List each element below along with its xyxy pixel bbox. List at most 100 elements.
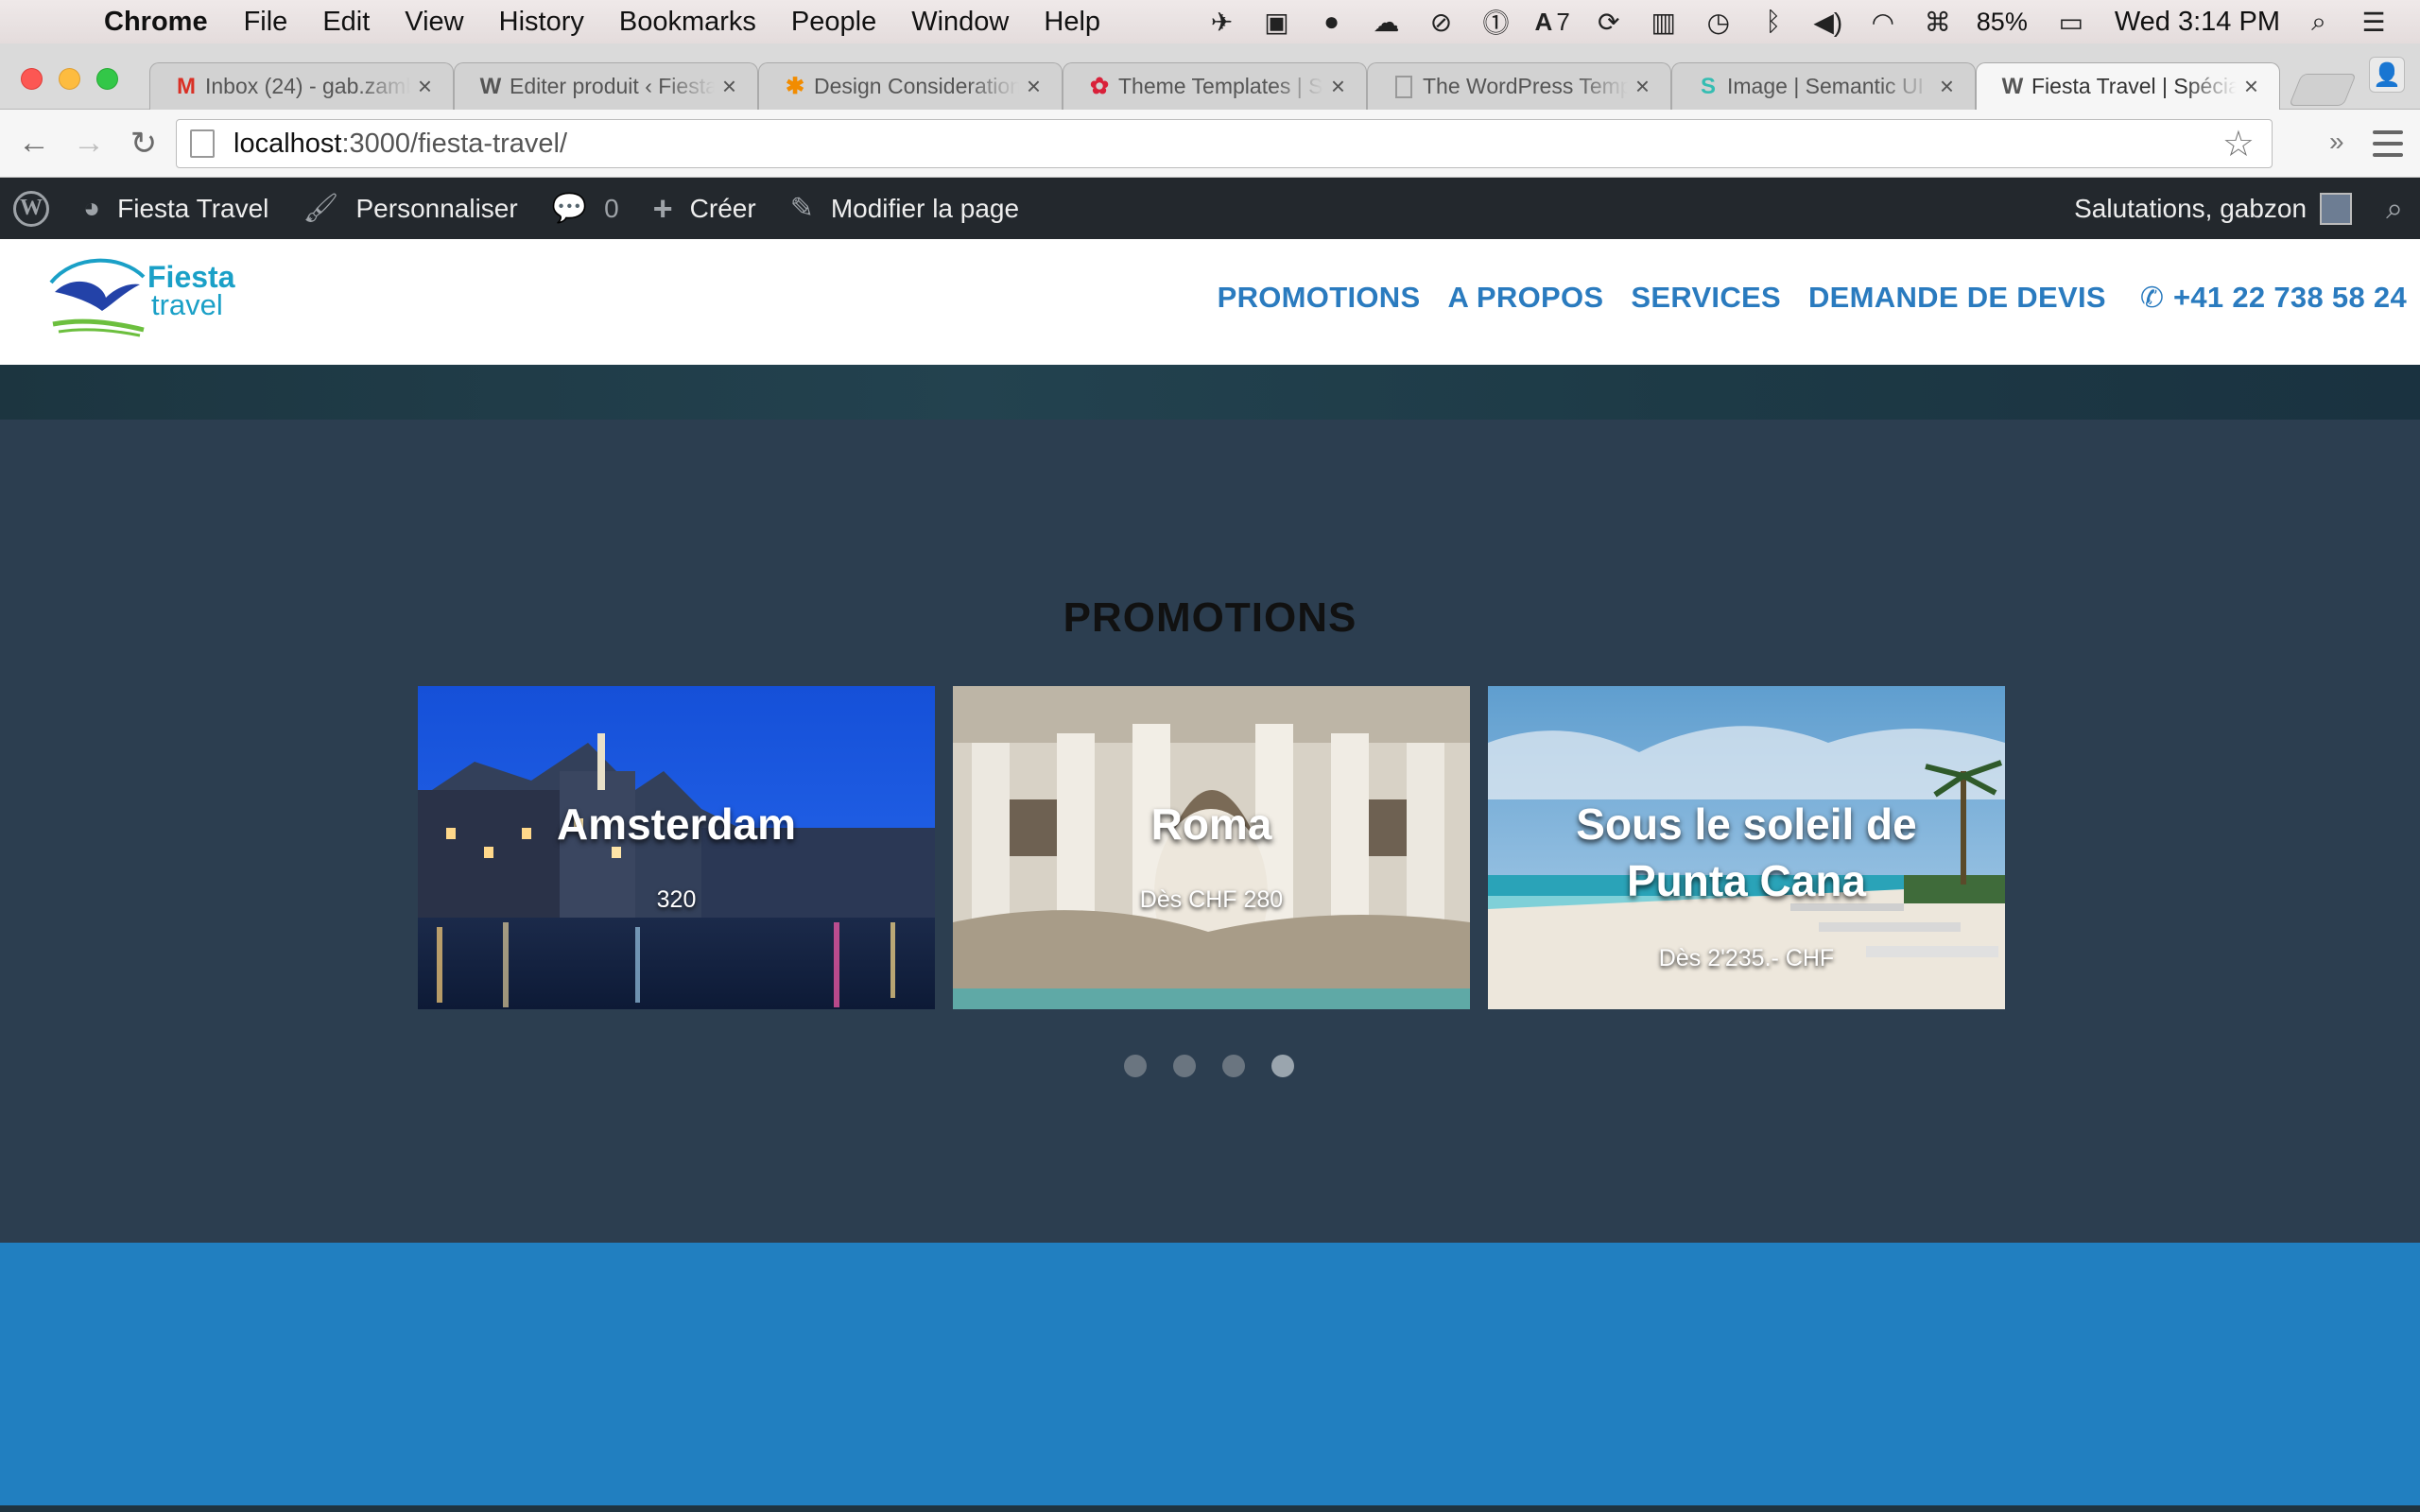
zoom-window-button[interactable] bbox=[96, 68, 118, 90]
record-icon[interactable]: ● bbox=[1316, 6, 1348, 38]
bookmark-star-icon[interactable]: ☆ bbox=[2222, 123, 2255, 165]
paintbrush-icon: 🖌 bbox=[302, 193, 339, 224]
admin-account-link[interactable]: Salutations, gabzon bbox=[2057, 178, 2369, 239]
menu-history[interactable]: History bbox=[499, 7, 584, 38]
menu-bookmarks[interactable]: Bookmarks bbox=[619, 7, 756, 38]
nav-demande-de-devis[interactable]: DEMANDE DE DEVIS bbox=[1808, 281, 2106, 315]
menu-view[interactable]: View bbox=[405, 7, 463, 38]
minimize-window-button[interactable] bbox=[59, 68, 80, 90]
address-bar[interactable]: localhost:3000/fiesta-travel/ ☆ bbox=[176, 119, 2273, 168]
menu-help[interactable]: Help bbox=[1044, 7, 1100, 38]
menu-edit[interactable]: Edit bbox=[322, 7, 370, 38]
close-tab-icon[interactable]: × bbox=[418, 72, 432, 101]
password-icon[interactable]: ⓵ bbox=[1480, 6, 1512, 38]
promotions-section: PROMOTIONS Amsterdam 320 Roma Dès CHF 28… bbox=[0, 420, 2420, 1243]
menu-people[interactable]: People bbox=[791, 7, 876, 38]
admin-search-icon[interactable]: ⌕ bbox=[2369, 178, 2420, 239]
admin-customize-link[interactable]: 🖌 Personnaliser bbox=[285, 178, 534, 239]
close-window-button[interactable] bbox=[21, 68, 43, 90]
admin-comments-link[interactable]: 💬 0 bbox=[535, 178, 636, 239]
sync-icon[interactable]: ⟳ bbox=[1593, 6, 1625, 38]
tab-title: The WordPress Template bbox=[1423, 74, 1628, 98]
nav-phone-number[interactable]: +41 22 738 58 24 bbox=[2173, 281, 2407, 315]
blue-content-section bbox=[0, 1243, 2420, 1505]
new-tab-button[interactable] bbox=[2289, 74, 2357, 106]
admin-edit-label: Modifier la page bbox=[830, 193, 1020, 223]
bird-icon[interactable]: ✈ bbox=[1206, 6, 1238, 38]
close-tab-icon[interactable]: × bbox=[722, 72, 736, 101]
close-tab-icon[interactable]: × bbox=[1635, 72, 1650, 101]
flower-icon: ✿ bbox=[1089, 74, 1110, 99]
battery-percent: 85% bbox=[1976, 7, 2028, 36]
admin-greeting: Salutations, gabzon bbox=[2074, 193, 2308, 223]
time-machine-icon[interactable]: ◷ bbox=[1703, 6, 1735, 38]
menu-app-chrome[interactable]: Chrome bbox=[104, 7, 208, 38]
profile-icon[interactable]: 👤 bbox=[2369, 57, 2405, 93]
cloud-icon[interactable]: ☁ bbox=[1371, 6, 1403, 38]
close-tab-icon[interactable]: × bbox=[1331, 72, 1345, 101]
wordpress-icon: W bbox=[479, 73, 502, 99]
admin-edit-page-link[interactable]: ✎ Modifier la page bbox=[773, 178, 1036, 239]
spotlight-search-icon[interactable]: ⌕ bbox=[2303, 6, 2335, 38]
back-arrow-icon[interactable]: ← bbox=[13, 123, 55, 164]
adobe-icon[interactable]: A 7 bbox=[1535, 6, 1570, 38]
adobe-badge-count: 7 bbox=[1556, 7, 1570, 36]
carousel-dot-1[interactable] bbox=[1124, 1055, 1147, 1077]
extensions-overflow-icon[interactable]: » bbox=[2329, 127, 2344, 157]
close-tab-icon[interactable]: × bbox=[1027, 72, 1041, 101]
tab-gmail[interactable]: M Inbox (24) - gab.zambrano × bbox=[149, 62, 454, 110]
block-icon[interactable]: ⊘ bbox=[1426, 6, 1458, 38]
drive-icon[interactable]: ▣ bbox=[1261, 6, 1293, 38]
notification-center-icon[interactable]: ☰ bbox=[2358, 6, 2390, 38]
nav-services[interactable]: SERVICES bbox=[1631, 281, 1781, 315]
section-title: PROMOTIONS bbox=[1063, 594, 1357, 641]
carousel-dot-3[interactable] bbox=[1222, 1055, 1245, 1077]
reload-icon[interactable]: ↻ bbox=[123, 123, 164, 164]
url-path: :3000/fiesta-travel/ bbox=[341, 128, 568, 159]
close-tab-icon[interactable]: × bbox=[2244, 72, 2258, 101]
admin-comment-count: 0 bbox=[604, 193, 619, 223]
keyboard-icon[interactable]: ⌘ bbox=[1922, 6, 1954, 38]
nav-a-propos[interactable]: A PROPOS bbox=[1447, 281, 1603, 315]
promo-card-roma[interactable]: Roma Dès CHF 280 bbox=[953, 686, 1470, 1009]
nav-promotions[interactable]: PROMOTIONS bbox=[1218, 281, 1421, 315]
tab-wordpress-template[interactable]: The WordPress Template × bbox=[1367, 62, 1671, 110]
card-price: Dès CHF 280 bbox=[1139, 886, 1284, 913]
hero-image-strip bbox=[0, 365, 2420, 420]
carousel-pagination bbox=[1124, 1055, 1294, 1077]
admin-site-link[interactable]: ◕ Fiesta Travel bbox=[66, 178, 285, 239]
volume-icon[interactable]: ◀) bbox=[1812, 6, 1844, 38]
promo-card-punta-cana[interactable]: Sous le soleil de Punta Cana Dès 2'235.-… bbox=[1488, 686, 2005, 1009]
tab-title: Design Considerations bbox=[814, 74, 1019, 98]
tab-theme-templates[interactable]: ✿ Theme Templates | Semantic × bbox=[1063, 62, 1367, 110]
wordpress-logo-icon[interactable]: W bbox=[0, 178, 66, 239]
admin-customize-label: Personnaliser bbox=[355, 193, 518, 223]
tab-editer-produit[interactable]: W Editer produit ‹ Fiesta Travel × bbox=[454, 62, 758, 110]
card-title: Amsterdam bbox=[556, 799, 797, 849]
status-tray: ✈ ▣ ● ☁ ⊘ ⓵ A 7 ⟳ ▥ ◷ ᛒ ◀) ◠ ⌘ 85% ▭ Wed… bbox=[1206, 6, 2390, 39]
pencil-icon: ✎ bbox=[789, 193, 814, 224]
clock[interactable]: Wed 3:14 PM bbox=[2115, 7, 2280, 38]
tab-title: Fiesta Travel | Spécialiste bbox=[2031, 74, 2237, 98]
card-title: Roma bbox=[1150, 799, 1272, 849]
close-tab-icon[interactable]: × bbox=[1940, 72, 1954, 101]
admin-bar-secondary: Salutations, gabzon ⌕ bbox=[2057, 178, 2420, 239]
bluetooth-icon[interactable]: ᛒ bbox=[1757, 6, 1789, 38]
tab-semantic-ui-image[interactable]: S Image | Semantic UI × bbox=[1671, 62, 1976, 110]
tab-fiesta-travel[interactable]: W Fiesta Travel | Spécialiste × bbox=[1976, 62, 2280, 110]
memory-icon[interactable]: ▥ bbox=[1648, 6, 1680, 38]
macos-menu-bar: Chrome File Edit View History Bookmarks … bbox=[0, 0, 2420, 43]
admin-new-link[interactable]: + Créer bbox=[636, 178, 773, 239]
battery-icon[interactable]: ▭ bbox=[2050, 6, 2092, 38]
menu-file[interactable]: File bbox=[244, 7, 288, 38]
forward-arrow-icon[interactable]: → bbox=[68, 123, 110, 164]
tab-design-considerations[interactable]: ✱ Design Considerations × bbox=[758, 62, 1063, 110]
logo-wordmark-travel: travel bbox=[151, 288, 223, 321]
site-logo[interactable]: Fiesta travel bbox=[45, 249, 244, 337]
carousel-dot-4[interactable] bbox=[1271, 1055, 1294, 1077]
menu-window[interactable]: Window bbox=[911, 7, 1009, 38]
carousel-dot-2[interactable] bbox=[1173, 1055, 1196, 1077]
chrome-menu-icon[interactable] bbox=[2373, 130, 2403, 157]
promo-card-amsterdam[interactable]: Amsterdam 320 bbox=[418, 686, 935, 1009]
wifi-icon[interactable]: ◠ bbox=[1867, 6, 1899, 38]
